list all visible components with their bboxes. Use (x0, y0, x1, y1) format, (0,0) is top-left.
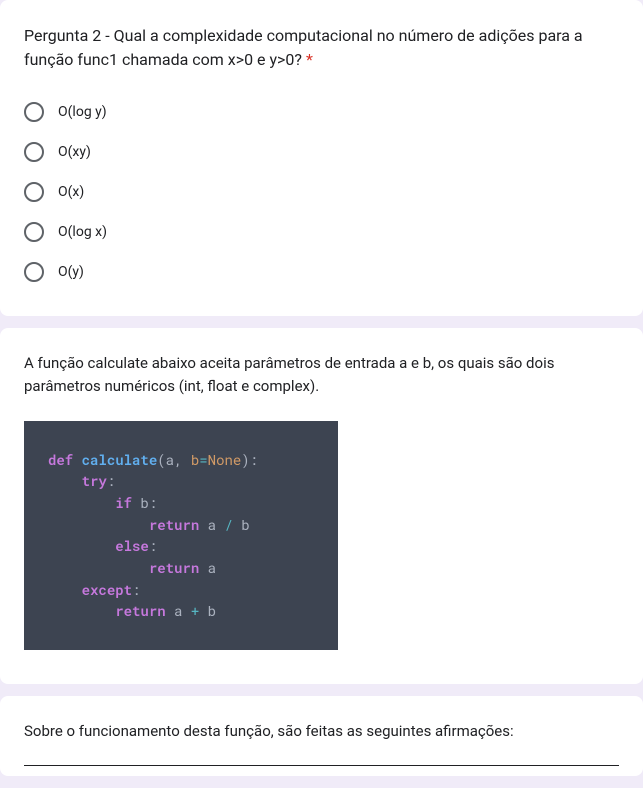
kw-try: try (82, 471, 107, 490)
ret3-a: a (166, 601, 191, 620)
option-row-oxy[interactable]: O(xy) (24, 132, 619, 172)
statements-intro: Sobre o funcionamento desta função, são … (24, 720, 619, 743)
option-label: O(x) (58, 184, 84, 200)
question-card-calculate: A função calculate abaixo aceita parâmet… (0, 328, 643, 684)
eq: = (199, 450, 207, 469)
op-div: / (224, 515, 232, 534)
kw-else: else (115, 536, 149, 555)
colon: : (149, 536, 157, 555)
option-label: O(xy) (58, 144, 91, 160)
kw-def: def (48, 450, 73, 469)
option-label: O(log y) (58, 104, 107, 120)
option-row-oy[interactable]: O(y) (24, 252, 619, 292)
question-2-text: Pergunta 2 - Qual a complexidade computa… (24, 24, 619, 72)
required-mark: * (306, 50, 313, 69)
ret2: a (199, 558, 216, 577)
question-2-prompt: Pergunta 2 - Qual a complexidade computa… (24, 26, 583, 69)
radio-icon (24, 142, 44, 162)
colon: : (107, 471, 115, 490)
ret-a: a (199, 515, 224, 534)
kw-return: return (149, 558, 199, 577)
kwarg-b: b (191, 450, 199, 469)
radio-icon (24, 262, 44, 282)
option-row-ology[interactable]: O(log y) (24, 92, 619, 132)
option-label: O(log x) (58, 224, 107, 240)
radio-icon (24, 102, 44, 122)
params-open: (a, (157, 450, 191, 469)
kw-except: except (82, 580, 132, 599)
if-cond: b: (132, 493, 157, 512)
kw-return: return (149, 515, 199, 534)
question-card-2: Pergunta 2 - Qual a complexidade computa… (0, 0, 643, 316)
kw-return: return (115, 601, 165, 620)
op-plus: + (191, 601, 199, 620)
kw-if: if (115, 493, 132, 512)
ret3-b: b (199, 601, 216, 620)
calculate-intro: A função calculate abaixo aceita parâmet… (24, 352, 619, 399)
none: None (208, 450, 242, 469)
radio-icon (24, 222, 44, 242)
params-close: ): (241, 450, 258, 469)
code-block-calculate: def calculate(a, b=None): try: if b: ret… (24, 421, 338, 651)
radio-icon (24, 182, 44, 202)
option-label: O(y) (58, 264, 84, 280)
option-row-ox[interactable]: O(x) (24, 172, 619, 212)
divider (24, 765, 619, 766)
option-row-ologx[interactable]: O(log x) (24, 212, 619, 252)
fn-name: calculate (82, 450, 158, 469)
colon: : (132, 580, 140, 599)
ret-b: b (233, 515, 250, 534)
question-card-statements: Sobre o funcionamento desta função, são … (0, 696, 643, 776)
